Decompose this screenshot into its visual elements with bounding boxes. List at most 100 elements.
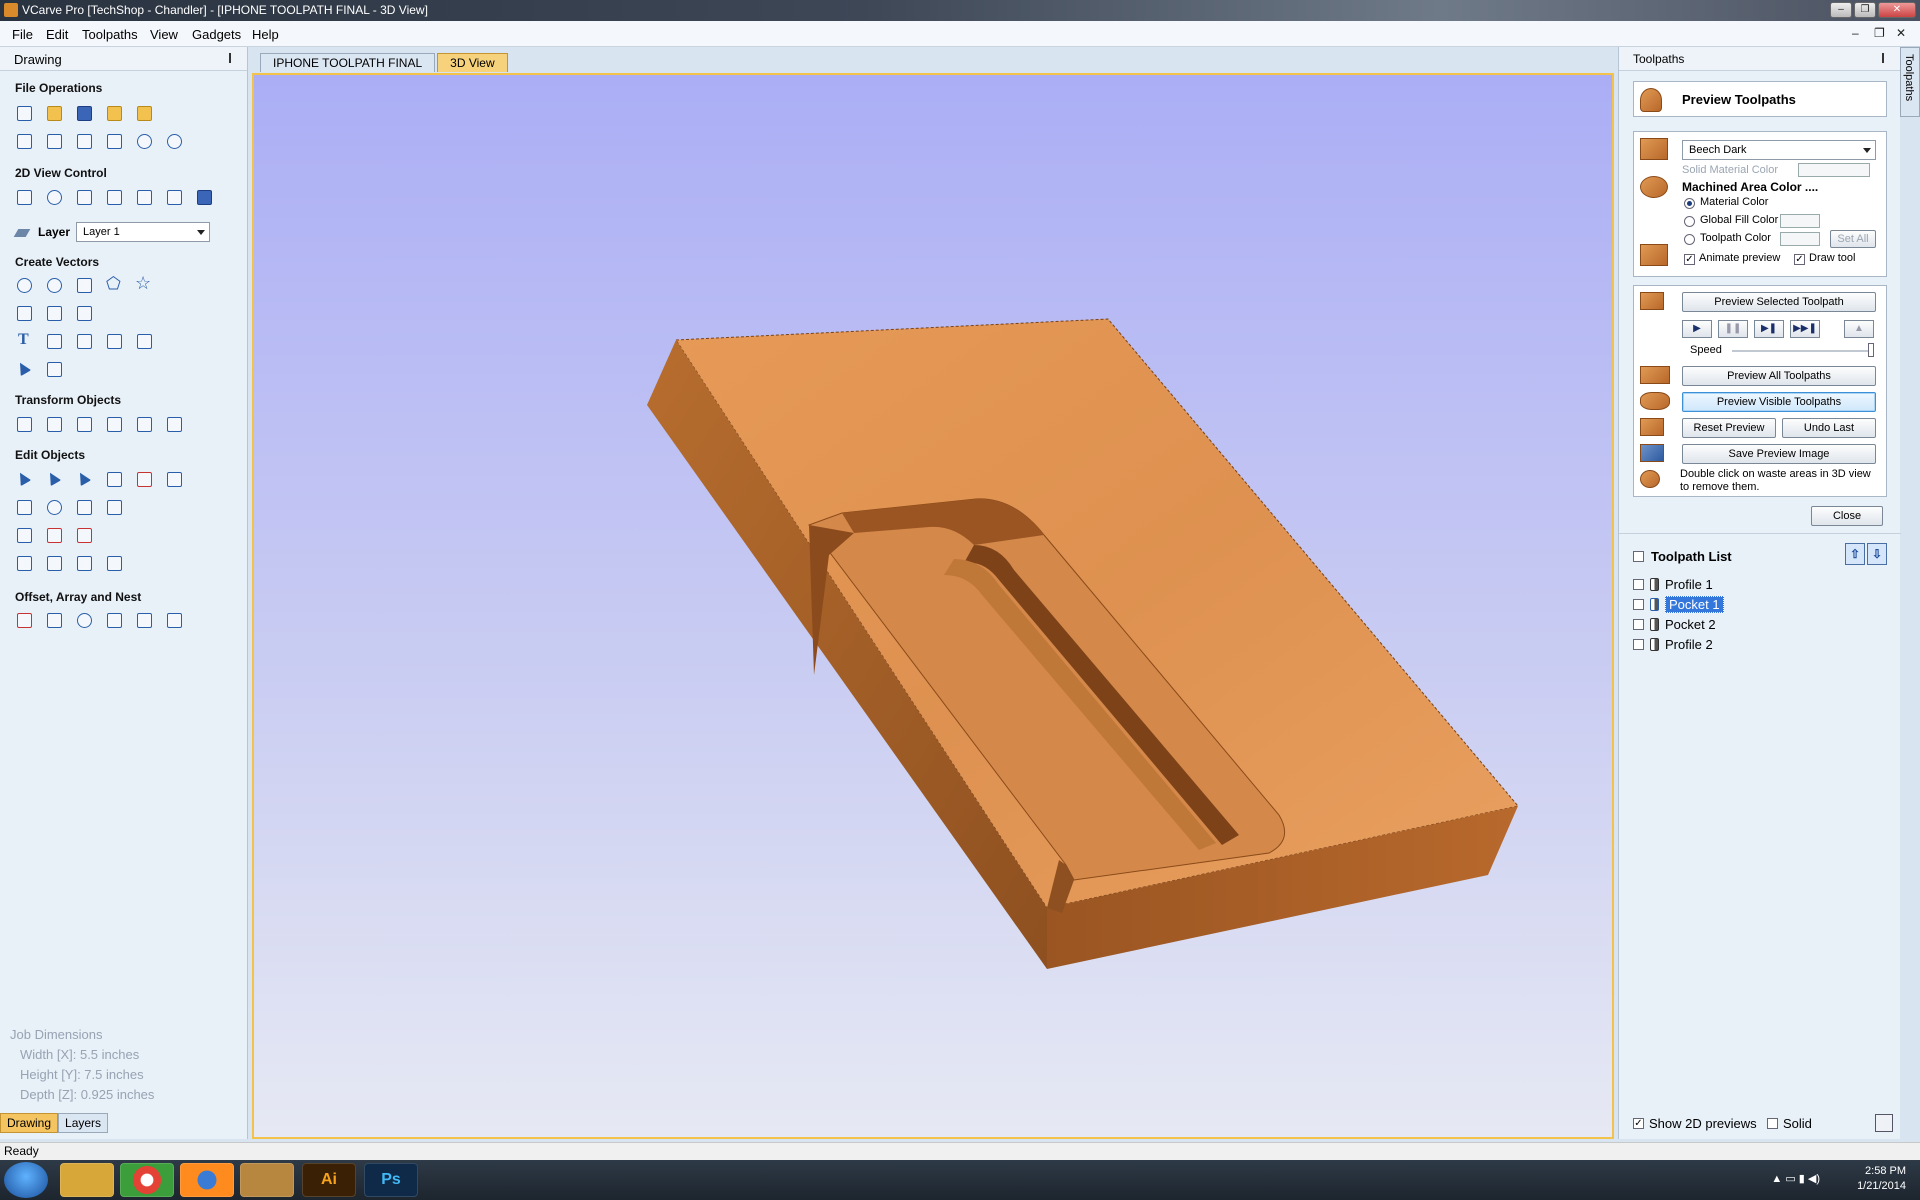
open-file-icon[interactable] — [44, 103, 64, 123]
fillet-icon[interactable] — [14, 553, 34, 573]
select-icon[interactable] — [14, 469, 34, 489]
show-2d-previews-checkbox[interactable]: ✓ — [1633, 1118, 1644, 1129]
speed-slider-track[interactable] — [1732, 350, 1872, 352]
transform-select-icon[interactable] — [74, 469, 94, 489]
draw-text-icon[interactable] — [14, 331, 34, 351]
solid-checkbox[interactable] — [1767, 1118, 1778, 1129]
animate-preview-checkbox[interactable]: ✓ — [1684, 254, 1695, 265]
text-on-curve-icon[interactable] — [74, 331, 94, 351]
new-file-icon[interactable] — [14, 103, 34, 123]
undo-icon[interactable] — [134, 131, 154, 151]
undo-last-button[interactable]: Undo Last — [1782, 418, 1876, 438]
import-bitmap-icon[interactable] — [134, 103, 154, 123]
preview-selected-toolpath-button[interactable]: Preview Selected Toolpath — [1682, 292, 1876, 312]
close-vector-icon[interactable] — [44, 525, 64, 545]
ungroup-icon[interactable] — [134, 469, 154, 489]
dimensions-icon[interactable] — [44, 359, 64, 379]
windows-start-icon[interactable] — [4, 1162, 48, 1198]
nest-parts-icon[interactable] — [134, 610, 154, 630]
save-preview-image-button[interactable]: Save Preview Image — [1682, 444, 1876, 464]
photoshop-icon[interactable]: Ps — [364, 1163, 418, 1197]
curve-fit-icon[interactable] — [74, 525, 94, 545]
tab-iphone-toolpath-final[interactable]: IPHONE TOOLPATH FINAL — [260, 53, 436, 72]
zoom-extents-icon[interactable] — [74, 187, 94, 207]
move-icon[interactable] — [14, 414, 34, 434]
horizontal-split-icon[interactable] — [164, 187, 184, 207]
menu-gadgets[interactable]: Gadgets — [192, 27, 241, 42]
3d-viewport[interactable] — [252, 73, 1614, 1139]
pin-icon[interactable] — [1882, 53, 1890, 63]
mdi-restore-button[interactable]: ❐ — [1874, 26, 1885, 40]
reset-preview-button[interactable]: Reset Preview — [1682, 418, 1776, 438]
scissors-icon[interactable] — [104, 497, 124, 517]
redo-icon[interactable] — [164, 131, 184, 151]
copy-icon[interactable] — [74, 131, 94, 151]
toolpath-visibility-checkbox[interactable] — [1633, 598, 1644, 610]
job-setup-icon[interactable] — [14, 131, 34, 151]
toolpath-visibility-checkbox[interactable] — [1633, 578, 1644, 590]
copy-along-vector-icon[interactable] — [104, 610, 124, 630]
mdi-minimize-button[interactable]: – — [1852, 26, 1859, 40]
nest-icon[interactable] — [164, 610, 184, 630]
global-fill-color-radio[interactable] — [1684, 216, 1695, 227]
toolpath-item[interactable]: Profile 2 — [1633, 635, 1713, 653]
save-icon[interactable] — [74, 103, 94, 123]
pause-button[interactable]: ❚❚ — [1718, 320, 1748, 338]
draw-arc-icon[interactable] — [44, 303, 64, 323]
toolpath-color-swatch[interactable] — [1780, 232, 1820, 246]
set-size-icon[interactable] — [44, 414, 64, 434]
draw-rectangle-icon[interactable] — [74, 275, 94, 295]
mirror-icon[interactable] — [104, 414, 124, 434]
vertical-split-icon[interactable] — [134, 187, 154, 207]
toolpath-item[interactable]: Pocket 2 — [1633, 615, 1716, 633]
maximize-button[interactable]: ❐ — [1854, 2, 1876, 18]
fast-forward-button[interactable]: ▶▶❚ — [1790, 320, 1820, 338]
menu-help[interactable]: Help — [252, 27, 279, 42]
pan-icon[interactable] — [14, 187, 34, 207]
solid-material-color-swatch[interactable] — [1798, 163, 1870, 177]
draw-tool-checkbox[interactable]: ✓ — [1794, 254, 1805, 265]
draw-circle-icon[interactable] — [14, 275, 34, 295]
toolpath-item[interactable]: Profile 1 — [1633, 575, 1713, 593]
intersect-icon[interactable] — [74, 497, 94, 517]
toolpath-visibility-checkbox[interactable] — [1633, 618, 1644, 630]
move-down-icon[interactable]: ⇩ — [1867, 543, 1887, 565]
tab-layers[interactable]: Layers — [58, 1113, 109, 1133]
menu-toolpaths[interactable]: Toolpaths — [82, 27, 138, 42]
group-icon[interactable] — [104, 469, 124, 489]
align-icon[interactable] — [74, 414, 94, 434]
close-button[interactable]: Close — [1811, 506, 1883, 526]
global-fill-color-swatch[interactable] — [1780, 214, 1820, 228]
draw-star-icon[interactable] — [134, 273, 154, 295]
offset-icon[interactable] — [14, 610, 34, 630]
set-all-button[interactable]: Set All — [1830, 230, 1876, 248]
speed-slider-handle[interactable] — [1868, 343, 1874, 357]
weld-icon[interactable] — [14, 497, 34, 517]
menu-view[interactable]: View — [150, 27, 178, 42]
center-icon[interactable] — [164, 414, 184, 434]
text-arc-icon[interactable] — [134, 331, 154, 351]
draw-polygon-icon[interactable] — [104, 274, 124, 295]
menu-file[interactable]: File — [12, 27, 33, 42]
material-select[interactable]: Beech Dark — [1682, 140, 1876, 160]
chrome-icon[interactable] — [120, 1163, 174, 1197]
draw-polyline-icon[interactable] — [14, 303, 34, 323]
zoom-icon[interactable] — [44, 187, 64, 207]
mdi-close-button[interactable]: ✕ — [1896, 26, 1906, 40]
draw-curve-icon[interactable] — [74, 303, 94, 323]
tab-3d-view[interactable]: 3D View — [437, 53, 508, 72]
subtract-icon[interactable] — [44, 497, 64, 517]
toolpath-visibility-checkbox[interactable] — [1633, 638, 1644, 650]
distort-icon[interactable] — [134, 414, 154, 434]
trim-icon[interactable] — [104, 553, 124, 573]
import-vectors-icon[interactable] — [104, 103, 124, 123]
close-window-button[interactable]: ✕ — [1878, 2, 1916, 18]
toolpaths-side-tab[interactable]: Toolpaths — [1900, 47, 1920, 117]
extend-icon[interactable] — [74, 553, 94, 573]
draw-ellipse-icon[interactable] — [44, 275, 64, 295]
vcarve-icon[interactable] — [240, 1163, 294, 1197]
preview-visible-toolpaths-button[interactable]: Preview Visible Toolpaths — [1682, 392, 1876, 412]
file-explorer-icon[interactable] — [60, 1163, 114, 1197]
toolpath-list-select-all-checkbox[interactable] — [1633, 551, 1644, 562]
preview-all-toolpaths-button[interactable]: Preview All Toolpaths — [1682, 366, 1876, 386]
